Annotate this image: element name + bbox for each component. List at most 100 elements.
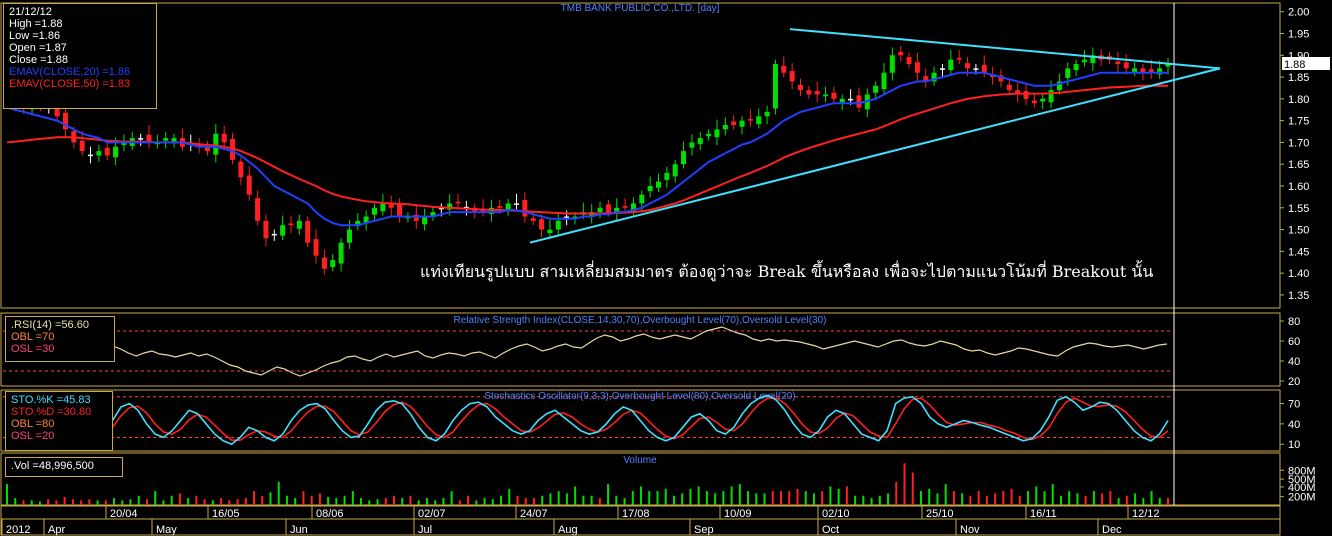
volume-bar (442, 498, 445, 505)
volume-bar (145, 499, 148, 505)
lower-trendline (529, 67, 1221, 244)
volume-bar (837, 488, 840, 505)
volume-bar (376, 499, 379, 505)
volume-title: Volume (623, 455, 657, 466)
sto-osl-label: OSL =20 (11, 430, 55, 442)
volume-bar (500, 495, 503, 505)
volume-bar (854, 495, 857, 505)
ema50-line (6, 84, 1168, 215)
price-tick-label: 1.40 (1288, 268, 1309, 280)
candle-body (622, 206, 628, 208)
candle-body (338, 242, 344, 264)
date-label: Oct (822, 524, 839, 536)
rsi-tick-label: 20 (1288, 376, 1300, 388)
upper-trendline (789, 28, 1221, 70)
volume-bar (705, 491, 708, 505)
volume-bar (747, 491, 750, 505)
date-label: 20/04 (110, 508, 138, 520)
candle-body (981, 64, 987, 73)
candle-body (422, 216, 428, 225)
volume-bar (532, 498, 535, 505)
candle-body (898, 51, 904, 56)
price-tick-label: 1.80 (1288, 94, 1309, 106)
info-close: Close =1.88 (9, 54, 69, 66)
volume-bar (780, 491, 782, 505)
date-label: Dec (1102, 524, 1122, 536)
candle-body (263, 220, 269, 239)
volume-bar (121, 500, 124, 505)
candle-body (814, 91, 820, 95)
volume-bar (203, 499, 206, 505)
price-tick-label: 1.35 (1288, 290, 1309, 302)
date-label: May (156, 524, 177, 536)
candle-body (839, 98, 845, 103)
volume-bar (253, 491, 256, 505)
candle-body (731, 121, 737, 125)
volume-bar (220, 498, 223, 505)
volume-bar (1051, 484, 1054, 505)
candle-body (889, 55, 895, 73)
candle-body (514, 203, 520, 205)
rsi-tick-label: 40 (1288, 356, 1300, 368)
candle-body (789, 70, 795, 82)
volume-bar (302, 491, 305, 505)
volume-bar (335, 498, 338, 505)
price-tick-label: 2.00 (1288, 7, 1309, 19)
sto-tick-label: 70 (1288, 399, 1300, 411)
price-tick-label: 1.65 (1288, 159, 1309, 171)
candle-body (948, 59, 954, 71)
volume-info-box: .Vol =48,996,500 (5, 457, 123, 477)
volume-bar (689, 488, 692, 505)
volume-bar (722, 491, 725, 505)
volume-bar (541, 495, 544, 505)
candle-body (255, 198, 261, 221)
rsi-obl-label: OBL =70 (11, 331, 55, 343)
rsi-osl-label: OSL =30 (11, 343, 55, 355)
date-label: 2012 (6, 524, 30, 536)
candle-body (238, 161, 244, 178)
volume-bar (327, 496, 330, 505)
volume-bar (401, 498, 404, 505)
date-label: 12/12 (1132, 508, 1160, 520)
volume-tick-label: 200M (1288, 492, 1316, 504)
rsi-tick-label: 60 (1288, 336, 1300, 348)
candle-body (797, 84, 803, 91)
candle-body (739, 120, 745, 127)
price-tick-label: 1.95 (1288, 29, 1309, 41)
date-label: 17/08 (622, 508, 650, 520)
volume-value-label: .Vol =48,996,500 (11, 460, 94, 472)
volume-bar (450, 491, 453, 505)
volume-bar (1158, 498, 1161, 505)
date-label: 08/06 (316, 508, 344, 520)
volume-bar (895, 481, 898, 505)
ohlc-info-box: 21/12/12 High =1.88 Low =1.86 Open =1.87… (3, 3, 157, 109)
sto-tick-label: 10 (1288, 439, 1300, 451)
volume-bar (318, 493, 321, 505)
volume-bar (1101, 493, 1104, 505)
volume-bar (285, 495, 288, 505)
volume-bar (952, 491, 955, 505)
volume-bar (788, 491, 791, 505)
volume-bar (137, 495, 140, 505)
volume-bar (582, 495, 585, 505)
volume-bar (763, 493, 766, 505)
candle-body (806, 90, 812, 95)
candle-body (455, 201, 461, 204)
volume-bar (244, 498, 247, 505)
candle-body (1115, 61, 1121, 64)
info-ema50: EMAV(CLOSE,50) =1.83 (9, 78, 131, 90)
date-label: Jul (418, 524, 432, 536)
candle-body (280, 225, 286, 236)
volume-bar (903, 463, 906, 505)
volume-bar (178, 493, 181, 505)
candle-body (372, 207, 378, 215)
volume-bar (821, 491, 824, 505)
volume-bar (294, 498, 297, 505)
volume-bar (22, 500, 25, 505)
volume-bar (170, 495, 173, 505)
candle-body (1132, 68, 1138, 72)
candle-body (271, 233, 277, 236)
candle-body (914, 62, 920, 73)
sto-info-box: STO.%K =45.83 STO.%D =30.80 OBL =80 OSL … (5, 391, 113, 451)
volume-bar (771, 491, 774, 505)
